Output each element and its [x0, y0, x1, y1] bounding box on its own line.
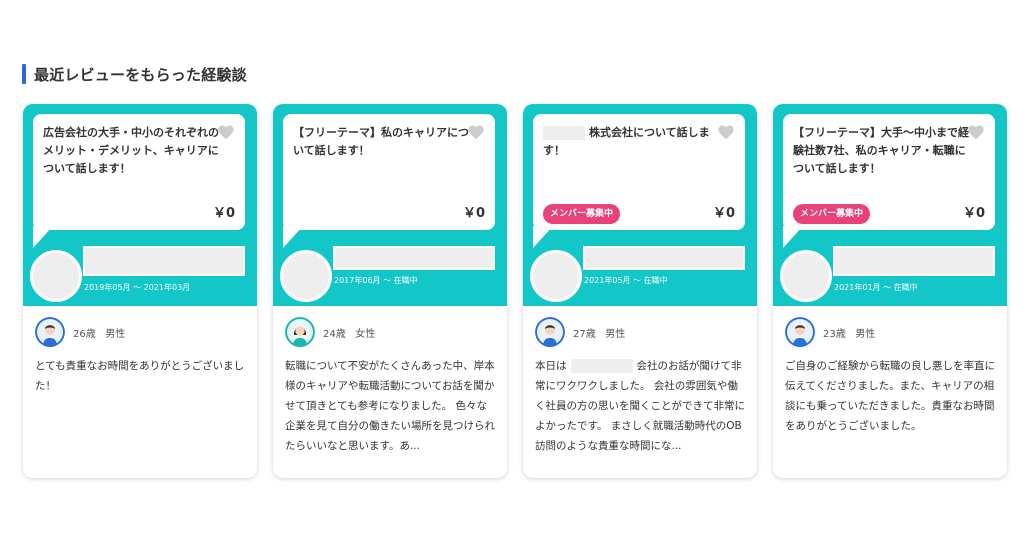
- female-avatar-icon: [285, 317, 315, 347]
- review-text: とても貴重なお時間をありがとうございました！: [35, 360, 245, 392]
- company-name-redacted: [543, 126, 585, 140]
- card-header: 【フリーテーマ】私のキャリアについて話します！ ￥0 2017年06月 〜 在職…: [273, 104, 507, 306]
- section-header: 最近レビューをもらった経験談: [22, 64, 247, 84]
- heart-icon[interactable]: [967, 124, 985, 140]
- bubble-tail: [783, 226, 803, 248]
- experience-card[interactable]: 株式会社について話します！ メンバー募集中 ￥0 2021年05月 〜 在職中 …: [523, 104, 757, 478]
- host-avatar: [780, 250, 832, 302]
- experience-card[interactable]: 広告会社の大手・中小のそれぞれのメリット・デメリット、キャリアについて話します！…: [23, 104, 257, 478]
- price: ￥0: [962, 206, 985, 221]
- company-name-redacted: [570, 359, 633, 373]
- speech-bubble: 広告会社の大手・中小のそれぞれのメリット・デメリット、キャリアについて話します！…: [33, 114, 245, 230]
- card-title: 【フリーテーマ】私のキャリアについて話します！: [293, 126, 469, 157]
- male-avatar-icon: [535, 317, 565, 347]
- host-name-redacted: [333, 246, 495, 270]
- member-recruiting-badge: メンバー募集中: [543, 204, 621, 224]
- speech-bubble: 【フリーテーマ】大手〜中小まで経験社数7社、私のキャリア・転職について話します！…: [783, 114, 995, 230]
- card-title: 株式会社について話します！: [543, 124, 719, 160]
- bubble-tail: [533, 226, 553, 248]
- bubble-tail: [283, 226, 303, 248]
- host-name-redacted: [83, 246, 245, 276]
- host-name-redacted: [833, 246, 995, 276]
- price: ￥0: [462, 206, 485, 221]
- member-recruiting-badge: メンバー募集中: [793, 204, 871, 224]
- male-avatar-icon: [35, 317, 65, 347]
- review-text-prefix: 本日は: [535, 360, 567, 372]
- host-name-redacted: [583, 246, 745, 270]
- title-accent-bar: [22, 64, 26, 84]
- card-title: 【フリーテーマ】大手〜中小まで経験社数7社、私のキャリア・転職について話します！: [793, 126, 969, 175]
- bubble-tail: [33, 226, 53, 248]
- review-text: 本日は 会社のお話が聞けて非常にワクワクしました。 会社の雰囲気や働く社員の方の思…: [535, 356, 747, 456]
- reviewer-info: 23歳 男性: [785, 316, 875, 348]
- card-header: 【フリーテーマ】大手〜中小まで経験社数7社、私のキャリア・転職について話します！…: [773, 104, 1007, 306]
- review-text-suffix: 会社のお話が聞けて非常にワクワクしました。 会社の雰囲気や働く社員の方の思いを聞…: [535, 360, 745, 452]
- host-avatar: [530, 250, 582, 302]
- price: ￥0: [212, 206, 235, 221]
- section-title: 最近レビューをもらった経験談: [34, 65, 247, 84]
- reviewer-gender: 男性: [855, 328, 876, 340]
- heart-icon[interactable]: [717, 124, 735, 140]
- reviewer-gender: 男性: [105, 328, 126, 340]
- review-text: ご自身のご経験から転職の良し悪しを率直に伝えてくださりました。また、キャリアの相…: [785, 360, 995, 432]
- price: ￥0: [712, 206, 735, 221]
- heart-icon[interactable]: [217, 124, 235, 140]
- reviewer-info: 27歳 男性: [535, 316, 625, 348]
- reviewer-age: 26歳: [73, 328, 96, 340]
- reviewer-age: 23歳: [823, 328, 846, 340]
- card-title: 広告会社の大手・中小のそれぞれのメリット・デメリット、キャリアについて話します！: [43, 126, 219, 175]
- review-text: 転職について不安がたくさんあった中、岸本様のキャリアや転職活動についてお話を聞か…: [285, 360, 495, 452]
- experience-card[interactable]: 【フリーテーマ】私のキャリアについて話します！ ￥0 2017年06月 〜 在職…: [273, 104, 507, 478]
- heart-icon[interactable]: [467, 124, 485, 140]
- reviewer-age: 27歳: [573, 328, 596, 340]
- employment-period: 2021年05月 〜 在職中: [584, 276, 668, 285]
- reviewer-gender: 男性: [605, 328, 626, 340]
- reviewer-gender: 女性: [355, 328, 376, 340]
- employment-period: 2017年06月 〜 在職中: [334, 276, 418, 285]
- host-avatar: [280, 250, 332, 302]
- reviewer-info: 24歳 女性: [285, 316, 375, 348]
- speech-bubble: 【フリーテーマ】私のキャリアについて話します！ ￥0: [283, 114, 495, 230]
- reviewer-age: 24歳: [323, 328, 346, 340]
- card-header: 株式会社について話します！ メンバー募集中 ￥0 2021年05月 〜 在職中: [523, 104, 757, 306]
- card-header: 広告会社の大手・中小のそれぞれのメリット・デメリット、キャリアについて話します！…: [23, 104, 257, 306]
- host-avatar: [30, 250, 82, 302]
- speech-bubble: 株式会社について話します！ メンバー募集中 ￥0: [533, 114, 745, 230]
- employment-period: 2021年01月 〜 在職中: [834, 283, 918, 292]
- male-avatar-icon: [785, 317, 815, 347]
- experience-card[interactable]: 【フリーテーマ】大手〜中小まで経験社数7社、私のキャリア・転職について話します！…: [773, 104, 1007, 478]
- employment-period: 2019年05月 〜 2021年03月: [84, 283, 191, 292]
- reviewer-info: 26歳 男性: [35, 316, 125, 348]
